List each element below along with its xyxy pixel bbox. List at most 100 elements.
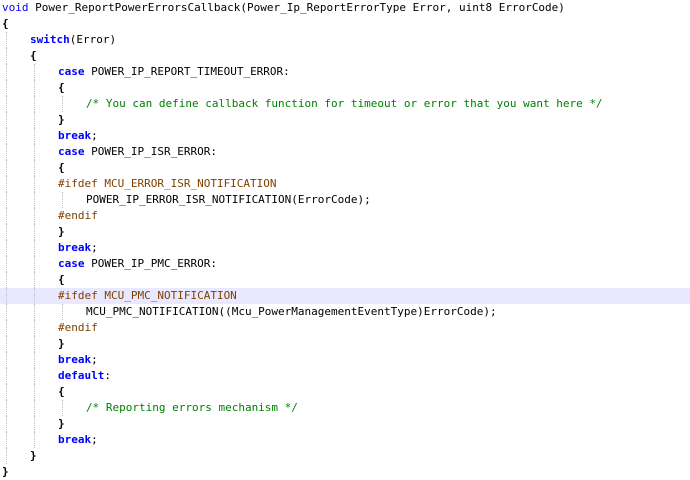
code-token: {: [30, 49, 37, 62]
code-text: POWER_IP_ERROR_ISR_NOTIFICATION(ErrorCod…: [86, 192, 371, 208]
code-text: break;: [58, 240, 98, 256]
code-editor[interactable]: void Power_ReportPowerErrorsCallback(Pow…: [0, 0, 690, 479]
indent-guide: [34, 304, 35, 320]
code-text: }: [58, 224, 65, 240]
code-token: case: [58, 257, 85, 270]
code-line[interactable]: case POWER_IP_PMC_ERROR:: [0, 256, 690, 272]
code-token: /* You can define callback function for …: [86, 97, 603, 110]
code-line[interactable]: {: [0, 384, 690, 400]
code-line[interactable]: MCU_PMC_NOTIFICATION((Mcu_PowerManagemen…: [0, 304, 690, 320]
code-line[interactable]: switch(Error): [0, 32, 690, 48]
code-token: (Error): [69, 33, 117, 46]
code-token: MCU_PMC_NOTIFICATION((Mcu_PowerManagemen…: [86, 305, 497, 318]
code-line[interactable]: }: [0, 464, 690, 480]
code-line[interactable]: {: [0, 160, 690, 176]
indent-guide: [6, 128, 7, 144]
code-token: POWER_IP_ERROR_ISR_NOTIFICATION(ErrorCod…: [86, 193, 371, 206]
code-line[interactable]: }: [0, 224, 690, 240]
code-token: /* Reporting errors mechanism */: [86, 401, 298, 414]
indent-guide: [6, 112, 7, 128]
code-token: POWER_IP_ISR_ERROR:: [84, 145, 217, 158]
indent-guide: [6, 448, 7, 464]
code-token: #endif: [58, 209, 98, 222]
code-text: {: [58, 80, 65, 96]
indent-guide: [34, 352, 35, 368]
indent-guide: [34, 160, 35, 176]
code-token: }: [58, 337, 65, 350]
code-token: break: [58, 353, 92, 366]
code-line[interactable]: {: [0, 272, 690, 288]
code-token: {: [58, 161, 65, 174]
code-text: }: [58, 416, 65, 432]
code-text: #endif: [58, 208, 98, 224]
code-line[interactable]: case POWER_IP_ISR_ERROR:: [0, 144, 690, 160]
code-line[interactable]: /* You can define callback function for …: [0, 96, 690, 112]
code-token: :: [104, 369, 111, 382]
code-text: }: [58, 112, 65, 128]
code-token: break: [58, 241, 92, 254]
code-line[interactable]: break;: [0, 240, 690, 256]
code-token: Power_ReportPowerErrorsCallback(Power_Ip…: [28, 1, 565, 14]
code-text: {: [30, 48, 37, 64]
indent-guide: [6, 400, 7, 416]
code-line[interactable]: break;: [0, 128, 690, 144]
code-token: #endif: [58, 321, 98, 334]
indent-guide: [6, 304, 7, 320]
indent-guide: [6, 96, 7, 112]
code-line[interactable]: {: [0, 16, 690, 32]
code-text: break;: [58, 432, 98, 448]
code-line[interactable]: #endif: [0, 208, 690, 224]
indent-guide: [34, 64, 35, 80]
indent-guide: [34, 112, 35, 128]
code-text: case POWER_IP_REPORT_TIMEOUT_ERROR:: [58, 64, 290, 80]
code-line[interactable]: {: [0, 48, 690, 64]
code-text: #ifdef MCU_PMC_NOTIFICATION: [58, 288, 237, 304]
code-line[interactable]: break;: [0, 432, 690, 448]
indent-guide: [6, 208, 7, 224]
indent-guide: [6, 80, 7, 96]
indent-guide: [34, 128, 35, 144]
code-token: {: [58, 385, 65, 398]
indent-guide: [34, 320, 35, 336]
code-token: void: [2, 1, 29, 14]
code-line[interactable]: #endif: [0, 320, 690, 336]
indent-guide: [6, 368, 7, 384]
code-token: break: [58, 129, 92, 142]
code-line[interactable]: {: [0, 80, 690, 96]
code-token: case: [58, 145, 85, 158]
code-line[interactable]: #ifdef MCU_ERROR_ISR_NOTIFICATION: [0, 176, 690, 192]
indent-guide: [34, 400, 35, 416]
indent-guide: [6, 144, 7, 160]
indent-guide: [34, 432, 35, 448]
indent-guide: [34, 368, 35, 384]
indent-guide: [62, 400, 63, 416]
code-token: }: [2, 465, 9, 478]
indent-guide: [34, 224, 35, 240]
code-line[interactable]: break;: [0, 352, 690, 368]
code-token: ;: [91, 241, 98, 254]
code-line[interactable]: POWER_IP_ERROR_ISR_NOTIFICATION(ErrorCod…: [0, 192, 690, 208]
code-token: }: [58, 417, 65, 430]
code-token: case: [58, 65, 85, 78]
code-line[interactable]: /* Reporting errors mechanism */: [0, 400, 690, 416]
code-text: {: [58, 272, 65, 288]
indent-guide: [34, 144, 35, 160]
code-token: POWER_IP_REPORT_TIMEOUT_ERROR:: [84, 65, 290, 78]
indent-guide: [34, 256, 35, 272]
code-line[interactable]: case POWER_IP_REPORT_TIMEOUT_ERROR:: [0, 64, 690, 80]
code-line[interactable]: }: [0, 416, 690, 432]
code-text: }: [30, 448, 37, 464]
code-line[interactable]: }: [0, 336, 690, 352]
code-text: /* You can define callback function for …: [86, 96, 603, 112]
code-token: {: [58, 273, 65, 286]
code-line[interactable]: void Power_ReportPowerErrorsCallback(Pow…: [0, 0, 690, 16]
code-line[interactable]: }: [0, 448, 690, 464]
code-line[interactable]: default:: [0, 368, 690, 384]
indent-guide: [34, 336, 35, 352]
indent-guide: [34, 416, 35, 432]
code-line[interactable]: }: [0, 112, 690, 128]
code-token: #ifdef MCU_PMC_NOTIFICATION: [58, 289, 237, 302]
code-line[interactable]: #ifdef MCU_PMC_NOTIFICATION: [0, 288, 690, 304]
code-text: case POWER_IP_PMC_ERROR:: [58, 256, 217, 272]
code-token: ;: [91, 353, 98, 366]
